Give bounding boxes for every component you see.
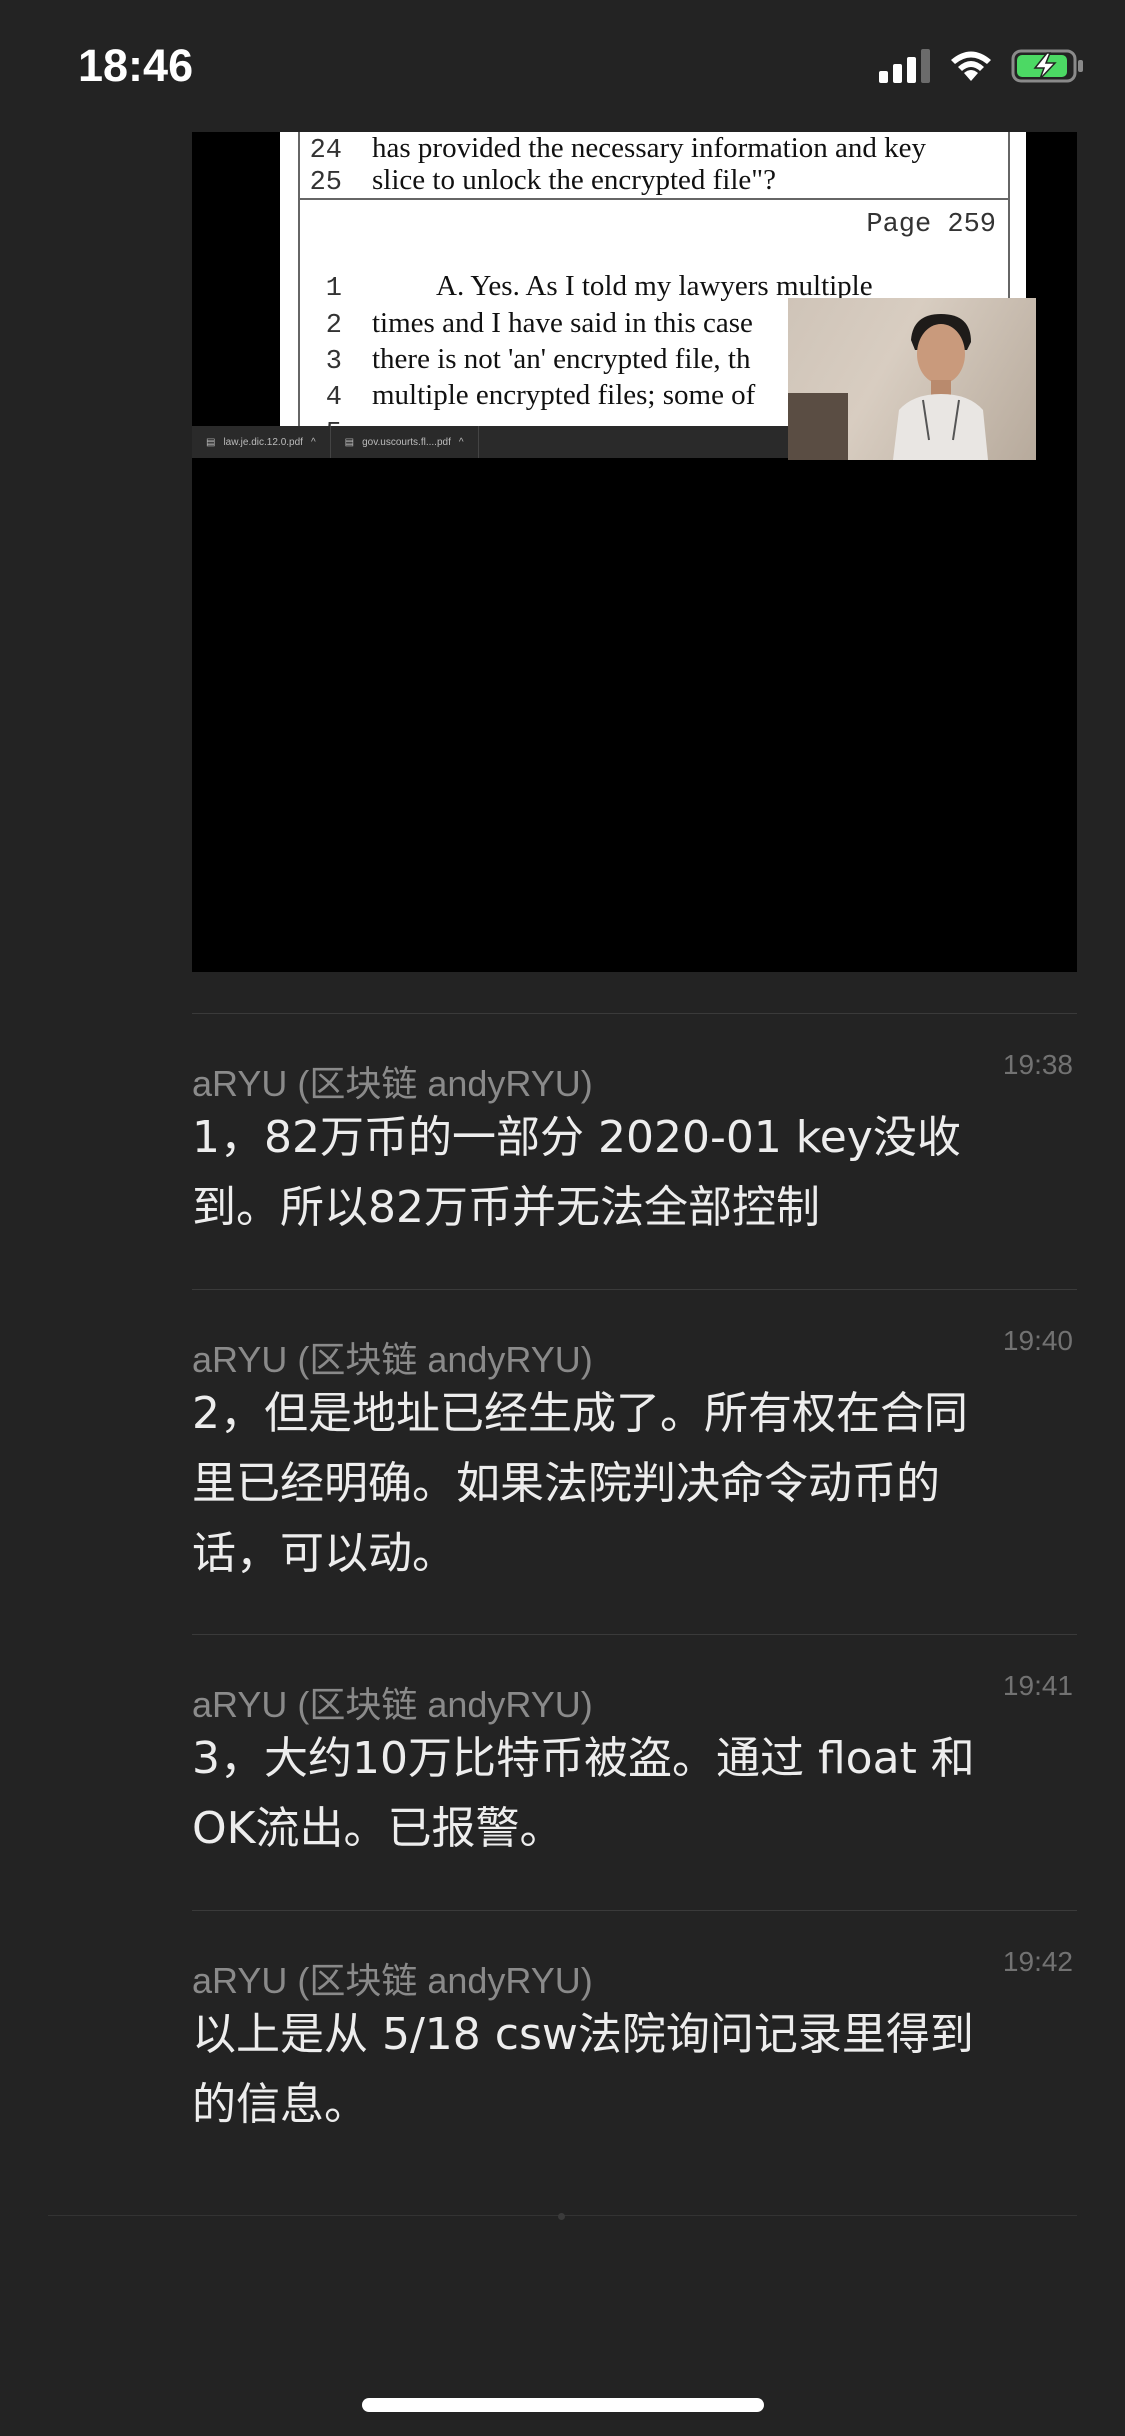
message-divider bbox=[192, 1910, 1077, 1911]
status-bar: 18:46 bbox=[0, 0, 1125, 130]
message-divider bbox=[192, 1634, 1077, 1635]
message-body: 3，大约10万比特币被盗。通过 float 和 OK流出。已报警。 bbox=[192, 1733, 975, 1854]
doc-line: 4 multiple encrypted files; some of bbox=[325, 379, 756, 413]
download-item[interactable]: ▤ law.je.dic.12.0.pdf ^ bbox=[192, 426, 331, 458]
background-couch bbox=[788, 393, 848, 460]
doc-line: 2 times and I have said in this case bbox=[325, 307, 753, 341]
message-body: 以上是从 5/18 csw法院询问记录里得到 的信息。 bbox=[192, 2009, 974, 2130]
message-time: 19:40 bbox=[1002, 1325, 1073, 1356]
message-time: 19:42 bbox=[1002, 1946, 1073, 1977]
doc-line: 24 has provided the necessary information… bbox=[309, 132, 927, 166]
message-author: aRYU (区块链 andyRYU) bbox=[192, 1339, 593, 1380]
status-time: 18:46 bbox=[78, 40, 194, 91]
message-time: 19:38 bbox=[1002, 1049, 1073, 1080]
webcam-overlay bbox=[788, 298, 1036, 460]
chevron-up-icon: ^ bbox=[310, 436, 316, 448]
cellular-signal-icon bbox=[879, 49, 930, 83]
home-indicator[interactable] bbox=[362, 2398, 764, 2412]
pdf-file-icon: ▤ bbox=[344, 436, 355, 448]
doc-divider bbox=[298, 198, 1010, 200]
doc-page-number: Page 259 bbox=[866, 210, 996, 240]
shared-video[interactable]: 24 has provided the necessary information… bbox=[192, 132, 1077, 972]
download-bar: ▤ law.je.dic.12.0.pdf ^ ▤ gov.uscourts.f… bbox=[192, 426, 832, 458]
status-icons bbox=[879, 48, 1085, 84]
message-author: aRYU (区块链 andyRYU) bbox=[192, 1960, 593, 2001]
scroll-indicator-dot bbox=[558, 2213, 565, 2220]
message-body: 2，但是地址已经生成了。所有权在合同 里已经明确。如果法院判决命令动币的 话，可… bbox=[192, 1388, 968, 1579]
person-silhouette bbox=[893, 314, 988, 460]
message-author: aRYU (区块链 andyRYU) bbox=[192, 1063, 593, 1104]
chevron-up-icon: ^ bbox=[458, 436, 464, 448]
battery-charging-icon bbox=[1011, 49, 1083, 83]
message-divider bbox=[192, 1013, 1077, 1014]
doc-line: 3 there is not 'an' encrypted file, th bbox=[325, 343, 751, 377]
doc-line: 1 A. Yes. As I told my lawyers multiple bbox=[325, 270, 873, 304]
pdf-file-icon: ▤ bbox=[206, 436, 216, 448]
message-time: 19:41 bbox=[1002, 1670, 1073, 1701]
doc-line: 25 slice to unlock the encrypted file"? bbox=[309, 164, 776, 198]
download-item[interactable]: ▤ gov.uscourts.fl....pdf ^ bbox=[331, 426, 479, 458]
message-divider bbox=[192, 1289, 1077, 1290]
message-author: aRYU (区块链 andyRYU) bbox=[192, 1684, 593, 1725]
message-body: 1，82万币的一部分 2020-01 key没收 到。所以82万币并无法全部控制 bbox=[192, 1112, 961, 1233]
wifi-icon bbox=[951, 51, 991, 81]
